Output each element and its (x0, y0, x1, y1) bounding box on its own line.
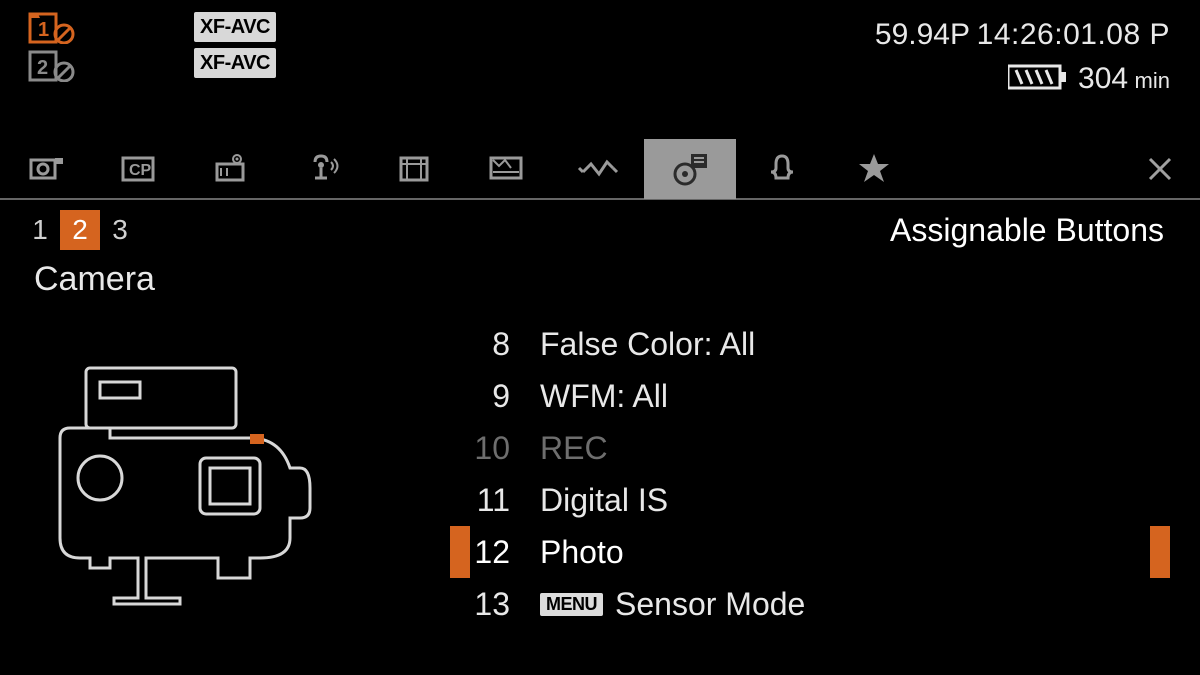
assignable-button-list: 8 False Color: All 9 WFM: All 10 REC 11 … (450, 318, 1170, 630)
item-number: 13 (450, 586, 540, 623)
menu-badge: MENU (540, 593, 603, 616)
content-area: 8 False Color: All 9 WFM: All 10 REC 11 … (0, 310, 1200, 675)
svg-text:1: 1 (38, 19, 49, 41)
list-item[interactable]: 13 MENU Sensor Mode (450, 578, 1170, 630)
item-label: Photo (540, 534, 624, 571)
battery-icon (1008, 64, 1068, 95)
sub-header: 1 2 3 Assignable Buttons (0, 206, 1200, 254)
tab-assignable-buttons-icon[interactable] (644, 139, 736, 199)
tab-monitoring-icon[interactable] (368, 139, 460, 199)
tab-recording-icon[interactable] (184, 139, 276, 199)
battery-time-value: 304 (1078, 62, 1128, 95)
svg-text:2: 2 (37, 57, 48, 79)
framerate-display: 59.94P (875, 18, 970, 52)
selection-bracket-left (450, 526, 470, 578)
card-slot-2-disabled-icon: 2 (28, 50, 76, 82)
item-label: Digital IS (540, 482, 668, 519)
selection-bracket-right (1150, 526, 1170, 578)
page-tabs: 1 2 3 (20, 210, 140, 250)
timecode-display: 14:26:01.08 P (977, 18, 1170, 52)
codec-badge-2: XF-AVC (194, 48, 276, 78)
list-item: 10 REC (450, 422, 1170, 474)
camera-top-view-illustration (50, 358, 390, 618)
page-tab-3[interactable]: 3 (100, 210, 140, 250)
item-number: 10 (450, 430, 540, 467)
battery-time: 304 min (1078, 62, 1170, 96)
battery-status: 304 min (977, 62, 1170, 96)
item-label: False Color: All (540, 326, 755, 363)
tab-assistance-icon[interactable] (460, 139, 552, 199)
tab-network-icon[interactable] (552, 139, 644, 199)
tab-camera-icon[interactable] (0, 139, 92, 199)
tab-custom-picture-icon[interactable]: CP (92, 139, 184, 199)
page-tab-2[interactable]: 2 (60, 210, 100, 250)
list-item[interactable]: 9 WFM: All (450, 370, 1170, 422)
list-item[interactable]: 8 False Color: All (450, 318, 1170, 370)
item-label: REC (540, 430, 608, 467)
item-number: 11 (450, 482, 540, 519)
card-slot-icons: 1 2 (28, 12, 76, 82)
menu-tab-bar: CP (0, 140, 1200, 200)
tab-my-menu-icon[interactable] (828, 139, 920, 199)
list-item[interactable]: 11 Digital IS (450, 474, 1170, 526)
top-right-status: 59.94P 14:26:01.08 P 304 min (977, 18, 1170, 96)
item-label: WFM: All (540, 378, 668, 415)
tab-audio-icon[interactable] (276, 139, 368, 199)
list-item-selected[interactable]: 12 Photo (450, 526, 1170, 578)
codec-badges: XF-AVC XF-AVC (194, 12, 276, 78)
codec-badge-1: XF-AVC (194, 12, 276, 42)
item-number: 8 (450, 326, 540, 363)
section-title: Assignable Buttons (890, 212, 1164, 249)
tab-system-icon[interactable] (736, 139, 828, 199)
top-status-bar: 1 2 XF-AVC XF-AVC 59.94P 14:26:01.08 P 3… (0, 0, 1200, 96)
close-menu-button[interactable] (1120, 153, 1200, 185)
section-subtitle: Camera (34, 260, 155, 299)
item-number: 9 (450, 378, 540, 415)
card-slot-1-disabled-icon: 1 (28, 12, 76, 44)
page-tab-1[interactable]: 1 (20, 210, 60, 250)
item-label: Sensor Mode (615, 586, 805, 623)
svg-text:CP: CP (129, 162, 152, 179)
battery-time-unit: min (1135, 68, 1170, 93)
